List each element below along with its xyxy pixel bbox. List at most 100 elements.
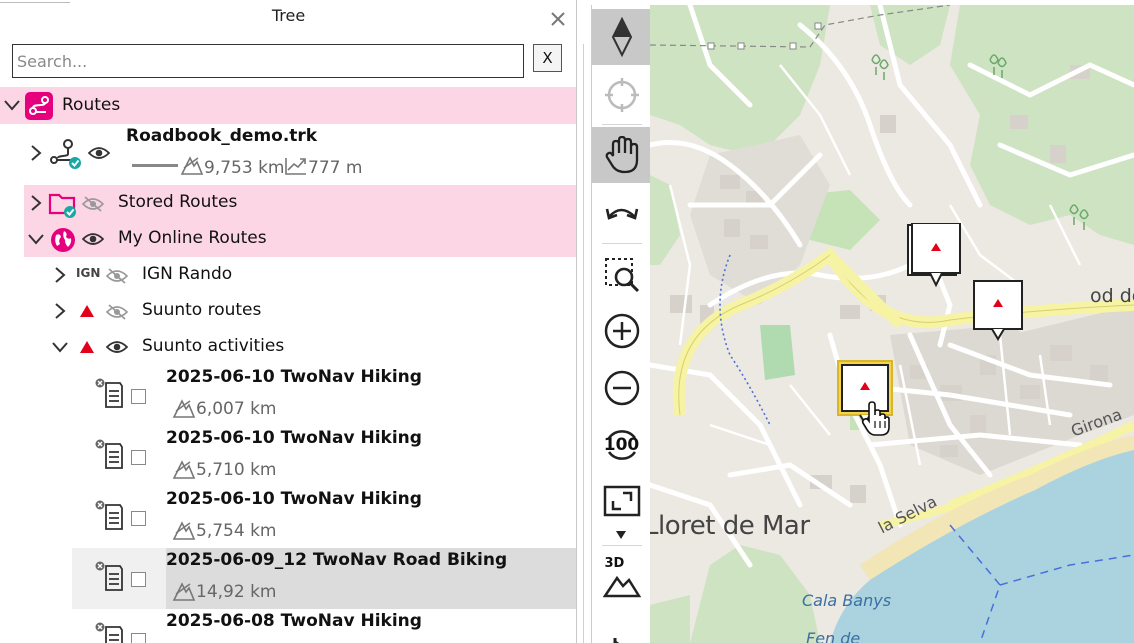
activity-name: 2025-06-10 TwoNav Hiking: [166, 489, 422, 509]
undo-button[interactable]: [592, 185, 651, 241]
folder-icon: [48, 193, 76, 218]
track-file-icon: [95, 378, 123, 408]
pan-button[interactable]: [592, 127, 651, 183]
route-distance: 9,753 km: [204, 158, 285, 178]
tree-item-suunto-routes[interactable]: Suunto routes: [48, 293, 576, 329]
tree-item-label: Routes: [62, 95, 121, 115]
fit-screen-button[interactable]: [592, 473, 651, 529]
activity-distance: 14,92 km: [196, 582, 277, 602]
map-partial-label: od de: [1090, 285, 1134, 307]
track-file-icon: [95, 500, 123, 530]
zoom-area-button[interactable]: [592, 247, 651, 303]
tree-item-suunto-activities[interactable]: Suunto activities: [48, 329, 576, 365]
chevron-down-icon[interactable]: [28, 231, 44, 247]
activity-name: 2025-06-08 TwoNav Hiking: [166, 611, 422, 631]
chevron-right-icon[interactable]: [28, 145, 44, 161]
mountain-icon: [602, 575, 641, 598]
eye-hidden-icon[interactable]: [106, 267, 128, 285]
map-canvas[interactable]: [650, 5, 1134, 643]
tree-item-online-routes[interactable]: My Online Routes: [24, 221, 576, 257]
tree-item-label: Stored Routes: [118, 192, 238, 212]
suunto-logo-icon: [80, 305, 94, 317]
activity-distance: 5,710 km: [196, 460, 277, 480]
distance-icon: [172, 399, 196, 418]
tree-panel: Tree X Routes: [0, 0, 577, 643]
panel-title: Tree: [271, 6, 306, 25]
map-toolbar: 100 3D: [591, 5, 651, 643]
track-file-icon: [95, 439, 123, 469]
zoom-in-button[interactable]: [592, 303, 651, 359]
chevron-down-icon[interactable]: [52, 339, 68, 355]
activity-distance: 6,007 km: [196, 399, 277, 419]
zoom-out-button[interactable]: [592, 360, 651, 416]
more-tool-button[interactable]: [592, 615, 651, 643]
more-tools-arrow-icon[interactable]: [615, 530, 627, 540]
visibility-checkbox[interactable]: [131, 389, 146, 404]
3d-view-icon: 3D: [602, 556, 641, 598]
3d-view-button[interactable]: 3D: [592, 549, 651, 605]
close-icon[interactable]: [549, 10, 567, 28]
track-file-icon: [95, 561, 123, 591]
tree-item-label: My Online Routes: [118, 228, 267, 248]
map-place-label: Cala Banys: [802, 591, 892, 610]
chevron-right-icon[interactable]: [52, 267, 68, 283]
toolbar-divider: [602, 124, 642, 125]
track-file-icon: [95, 622, 123, 643]
tree-item-roadbook[interactable]: Roadbook_demo.trk 9,753 km 777 m: [24, 124, 576, 184]
chevron-right-icon[interactable]: [52, 303, 68, 319]
eye-icon[interactable]: [106, 339, 128, 355]
activity-item[interactable]: 2025-06-10 TwoNav Hiking 6,007 km: [72, 365, 576, 426]
zoom-100-icon: 100: [603, 426, 641, 464]
eye-icon[interactable]: [88, 145, 110, 161]
toolbar-divider: [602, 545, 642, 546]
distance-icon: [172, 521, 196, 540]
suunto-logo-icon: [80, 341, 94, 353]
chevron-right-icon[interactable]: [28, 195, 44, 211]
map-view[interactable]: Lloret de Mar la Selva Girona Cala Banys…: [650, 5, 1134, 643]
waypoint-marker[interactable]: [972, 279, 1024, 343]
activity-item[interactable]: 2025-06-10 TwoNav Hiking 5,710 km: [72, 426, 576, 487]
panel-splitter[interactable]: [583, 44, 584, 643]
visibility-checkbox[interactable]: [131, 572, 146, 587]
activity-name: 2025-06-09_12 TwoNav Road Biking: [166, 550, 508, 570]
visibility-checkbox[interactable]: [131, 633, 146, 643]
toolbar-divider: [602, 243, 642, 244]
activity-item-selected[interactable]: 2025-06-09_12 TwoNav Road Biking 14,92 k…: [72, 548, 576, 609]
route-file-icon: [50, 139, 81, 169]
hand-pointer-cursor-icon: [862, 401, 890, 436]
search-clear-button[interactable]: X: [533, 44, 562, 72]
tree-item-ign-rando[interactable]: IGN IGN Rando: [48, 257, 576, 293]
route-elevation: 777 m: [308, 158, 363, 178]
eye-hidden-icon[interactable]: [106, 303, 128, 321]
map-town-label: Lloret de Mar: [650, 511, 810, 541]
eye-hidden-icon[interactable]: [82, 195, 104, 213]
fit-screen-icon: [603, 485, 640, 517]
visibility-checkbox[interactable]: [131, 450, 146, 465]
distance-icon: [180, 156, 204, 175]
zoom-out-icon: [604, 370, 639, 406]
visibility-checkbox[interactable]: [131, 511, 146, 526]
chevron-down-icon[interactable]: [4, 97, 20, 113]
eye-icon[interactable]: [82, 231, 104, 247]
tree-item-label: IGN Rando: [142, 264, 233, 284]
globe-icon: [51, 228, 75, 252]
compass-button[interactable]: [592, 9, 651, 65]
route-line-swatch: [132, 164, 178, 167]
tool-partial-icon: [613, 638, 619, 643]
map-partial-label: Fen de: [806, 629, 861, 643]
activity-item[interactable]: 2025-06-10 TwoNav Hiking 5,754 km: [72, 487, 576, 548]
tree-item-label: Suunto routes: [142, 300, 262, 320]
locate-button[interactable]: [592, 67, 651, 123]
tree-item-label: Roadbook_demo.trk: [126, 126, 318, 146]
compass-icon: [611, 17, 632, 57]
waypoint-marker[interactable]: [906, 223, 964, 293]
zoom-area-icon: [604, 258, 639, 293]
tree-item-routes[interactable]: Routes: [0, 87, 576, 124]
tree-item-stored-routes[interactable]: Stored Routes: [24, 185, 576, 221]
activity-item[interactable]: 2025-06-08 TwoNav Hiking: [72, 609, 576, 643]
pan-hand-icon: [605, 136, 638, 174]
zoom-100-button[interactable]: 100: [592, 417, 651, 473]
search-input[interactable]: [12, 44, 524, 78]
routes-icon: [25, 92, 53, 120]
3d-label: 3D: [604, 556, 625, 571]
